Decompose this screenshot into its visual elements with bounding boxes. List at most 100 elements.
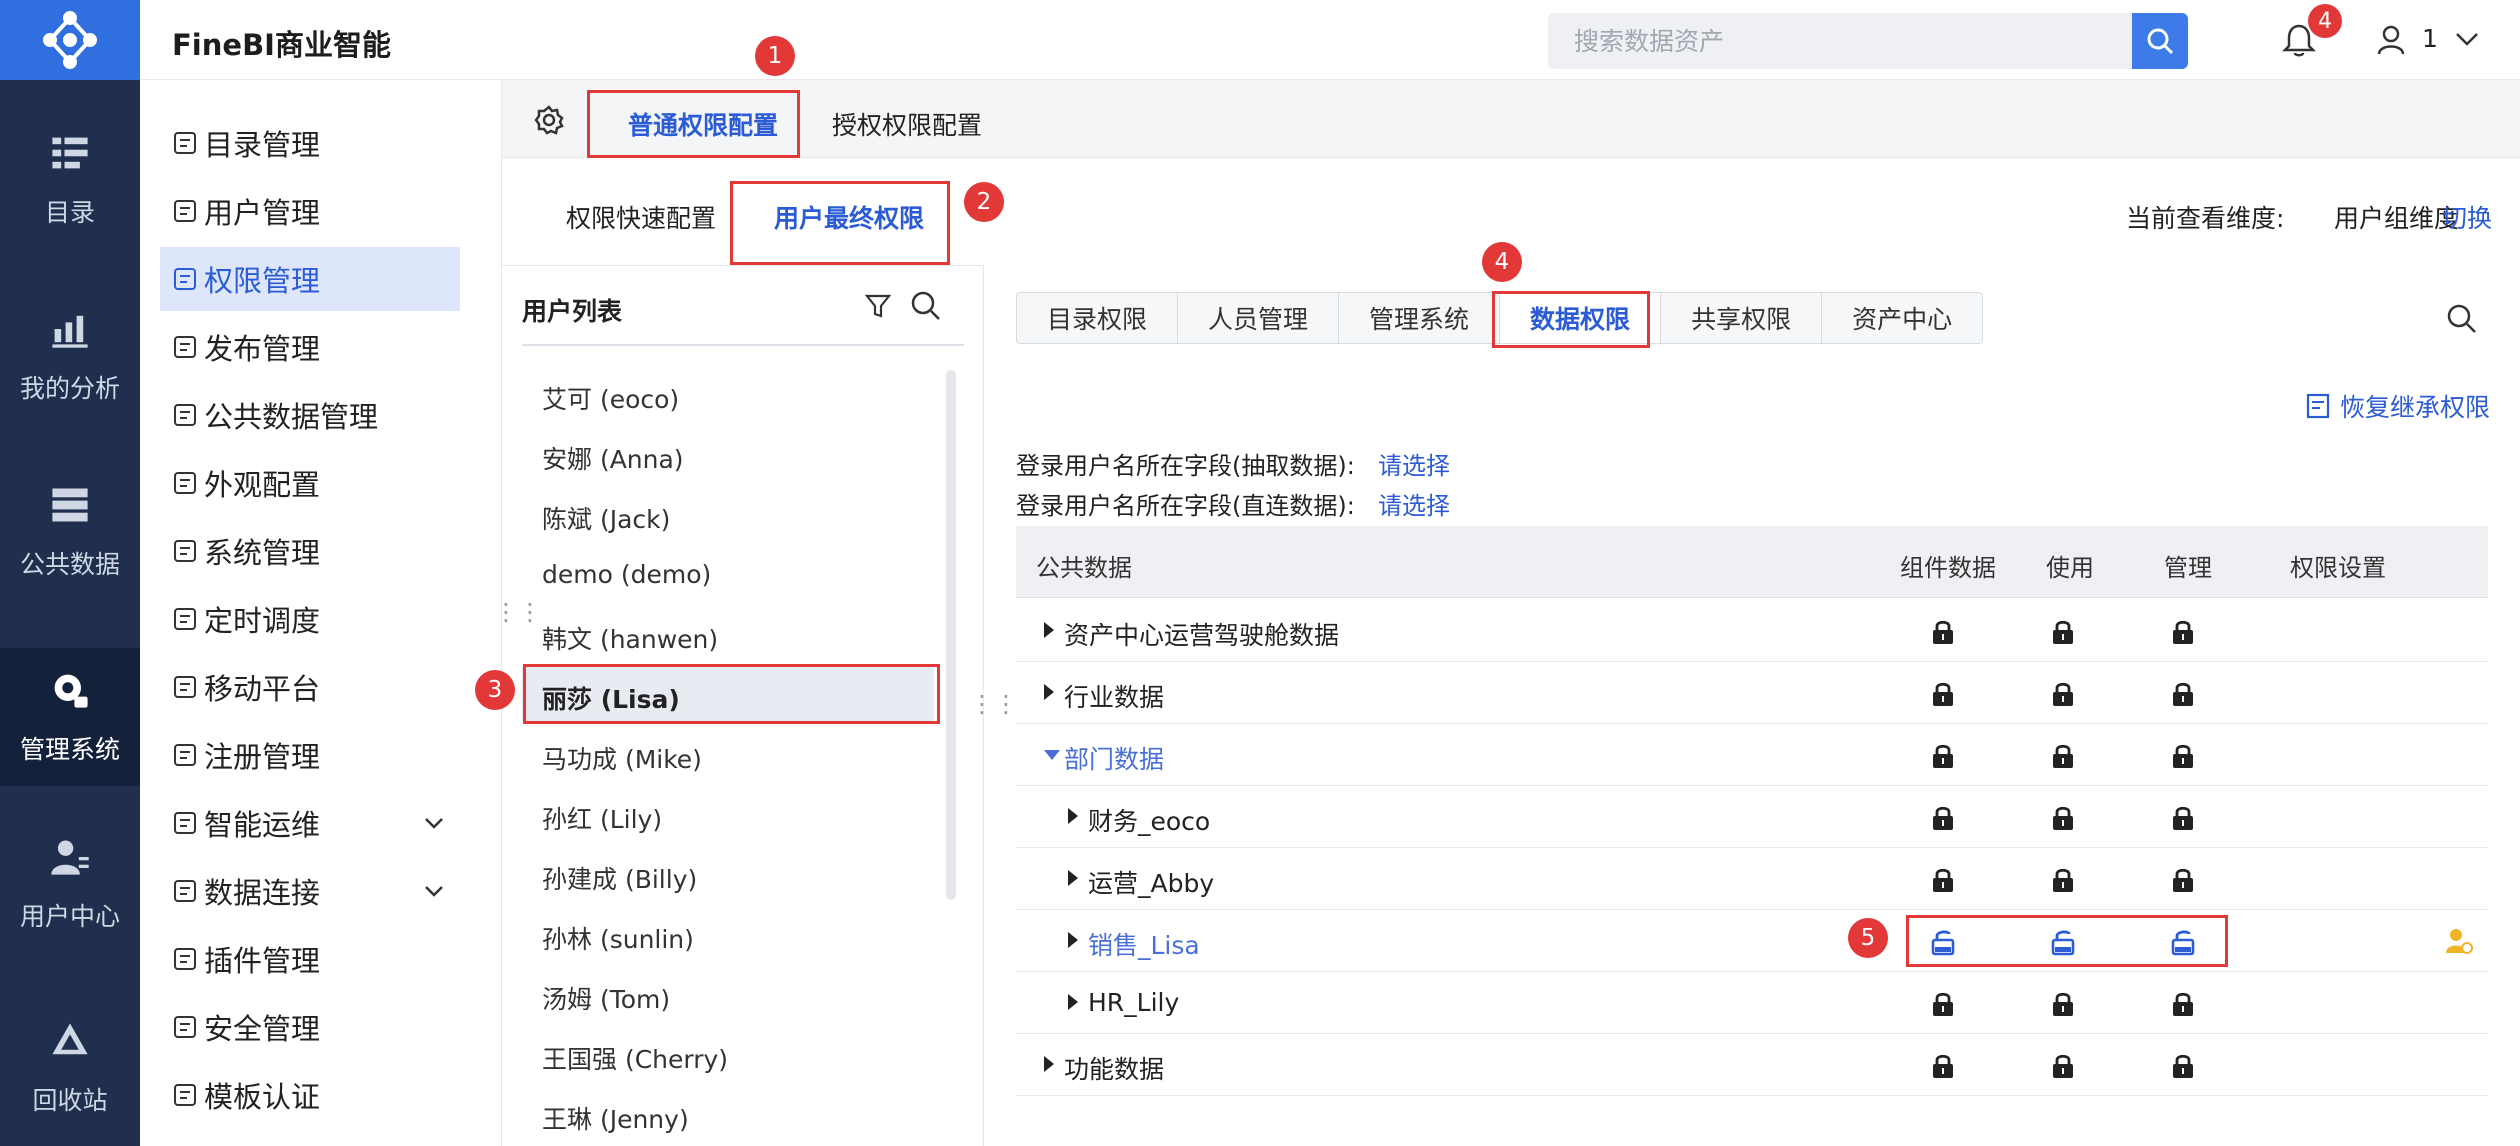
user-permission-setting-icon[interactable] <box>2444 926 2474 956</box>
user-list-item[interactable]: 孙红 (Lily) <box>542 800 662 836</box>
lock-icon[interactable] <box>2170 618 2196 646</box>
panel-resize-handle-2[interactable]: ⋮⋮ <box>970 690 1018 718</box>
lock-icon[interactable] <box>2170 742 2196 770</box>
switch-dimension-link[interactable]: 切换 <box>2442 199 2492 235</box>
rail-item-recycle[interactable]: 回收站 <box>0 990 140 1146</box>
filter-icon[interactable] <box>864 292 892 320</box>
tab-personnel-permission[interactable]: 人员管理 <box>1178 293 1340 343</box>
extract-field-select[interactable]: 请选择 <box>1378 446 1450 481</box>
rail-item-management[interactable]: 管理系统 <box>0 648 140 786</box>
user-list-item[interactable]: 汤姆 (Tom) <box>542 980 670 1016</box>
table-row[interactable]: 销售_Lisa <box>1016 910 2488 972</box>
tab-asset-permission[interactable]: 资产中心 <box>1822 293 1982 343</box>
tab-authorize-permission[interactable]: 授权权限配置 <box>832 106 982 142</box>
menu-item-register[interactable]: 注册管理 <box>160 723 460 787</box>
lock-icon[interactable] <box>1930 804 1956 832</box>
table-row[interactable]: 运营_Abby <box>1016 848 2488 910</box>
rail-item-public-data[interactable]: 公共数据 <box>0 452 140 612</box>
rail-item-user-center[interactable]: 用户中心 <box>0 804 140 964</box>
user-list-scrollbar[interactable] <box>946 370 956 900</box>
lock-icon[interactable] <box>2050 990 2076 1018</box>
table-row[interactable]: 资产中心运营驾驶舱数据 <box>1016 600 2488 662</box>
lock-icon[interactable] <box>1930 1052 1956 1080</box>
caret-right-icon[interactable] <box>1044 1056 1054 1072</box>
unlock-icon[interactable] <box>2050 928 2076 956</box>
caret-right-icon[interactable] <box>1068 932 1078 948</box>
user-list-item[interactable]: 安娜 (Anna) <box>542 440 684 476</box>
lock-icon[interactable] <box>2170 990 2196 1018</box>
table-row[interactable]: 财务_eoco <box>1016 786 2488 848</box>
app-logo[interactable] <box>0 0 140 80</box>
rail-item-catalog[interactable]: 目录 <box>0 100 140 260</box>
table-search-icon[interactable] <box>2446 303 2478 335</box>
menu-item-mobile[interactable]: 移动平台 <box>160 655 460 719</box>
search-input[interactable] <box>1548 13 2128 69</box>
user-list-item[interactable]: 孙建成 (Billy) <box>542 860 697 896</box>
user-list-item[interactable]: demo (demo) <box>542 560 711 589</box>
menu-item-security[interactable]: 安全管理 <box>160 995 460 1059</box>
restore-inherit-button[interactable]: 恢复继承权限 <box>2306 388 2490 424</box>
lock-icon[interactable] <box>2050 742 2076 770</box>
menu-item-palette[interactable]: 外观配置 <box>160 451 460 515</box>
tab-management-permission[interactable]: 管理系统 <box>1339 293 1501 343</box>
menu-item-timer[interactable]: 定时调度 <box>160 587 460 651</box>
lock-icon[interactable] <box>1930 742 1956 770</box>
user-list-item[interactable]: 王国强 (Cherry) <box>542 1040 728 1076</box>
user-list-item[interactable]: 韩文 (hanwen) <box>542 620 718 656</box>
caret-right-icon[interactable] <box>1068 808 1078 824</box>
unlock-icon[interactable] <box>1930 928 1956 956</box>
lock-icon[interactable] <box>2050 618 2076 646</box>
menu-item-package[interactable]: 公共数据管理 <box>160 383 460 447</box>
tab-catalog-permission[interactable]: 目录权限 <box>1017 293 1179 343</box>
user-search-icon[interactable] <box>910 290 942 322</box>
menu-item-link[interactable]: 数据连接 <box>160 859 460 923</box>
search-button[interactable] <box>2132 13 2188 69</box>
caret-down-icon[interactable] <box>1044 750 1060 760</box>
menu-item-gear[interactable]: 系统管理 <box>160 519 460 583</box>
menu-item-user[interactable]: 用户管理 <box>160 179 460 243</box>
user-menu[interactable]: 1 <box>2376 22 2516 62</box>
lock-icon[interactable] <box>2050 866 2076 894</box>
menu-item-shield[interactable]: 权限管理 <box>160 247 460 311</box>
lock-icon[interactable] <box>2050 680 2076 708</box>
user-list-item[interactable]: 孙林 (sunlin) <box>542 920 694 956</box>
table-row[interactable]: 部门数据 <box>1016 724 2488 786</box>
user-list-item[interactable]: 陈斌 (Jack) <box>542 500 670 536</box>
unlock-icon[interactable] <box>2170 928 2196 956</box>
caret-right-icon[interactable] <box>1068 870 1078 886</box>
rail-item-my-analysis[interactable]: 我的分析 <box>0 276 140 436</box>
lock-icon[interactable] <box>1930 866 1956 894</box>
caret-right-icon[interactable] <box>1068 994 1078 1010</box>
tab-data-permission[interactable]: 数据权限 <box>1500 293 1662 343</box>
user-list-item[interactable]: 艾可 (eoco) <box>542 380 679 416</box>
lock-icon[interactable] <box>2170 804 2196 832</box>
user-list-item[interactable]: 马功成 (Mike) <box>542 740 702 776</box>
user-list-item[interactable]: 丽莎 (Lisa) <box>542 680 680 716</box>
menu-item-ops[interactable]: 智能运维 <box>160 791 460 855</box>
lock-icon[interactable] <box>1930 618 1956 646</box>
panel-resize-handle[interactable]: ⋮⋮ <box>494 598 542 626</box>
lock-icon[interactable] <box>2170 866 2196 894</box>
direct-field-select[interactable]: 请选择 <box>1378 486 1450 521</box>
tab-general-permission[interactable]: 普通权限配置 <box>628 106 778 142</box>
caret-right-icon[interactable] <box>1044 684 1054 700</box>
menu-item-publish[interactable]: 发布管理 <box>160 315 460 379</box>
menu-item-plugin[interactable]: 插件管理 <box>160 927 460 991</box>
lock-icon[interactable] <box>2050 1052 2076 1080</box>
tab-share-permission[interactable]: 共享权限 <box>1661 293 1823 343</box>
lock-icon[interactable] <box>2170 680 2196 708</box>
lock-icon[interactable] <box>2050 804 2076 832</box>
table-row[interactable]: HR_Lily <box>1016 972 2488 1034</box>
gear-icon[interactable] <box>534 105 564 135</box>
lock-icon[interactable] <box>1930 680 1956 708</box>
menu-item-cert[interactable]: 模板认证 <box>160 1063 460 1127</box>
tab-final-permission[interactable]: 用户最终权限 <box>774 199 924 235</box>
caret-right-icon[interactable] <box>1044 622 1054 638</box>
table-row[interactable]: 功能数据 <box>1016 1034 2488 1096</box>
table-row[interactable]: 行业数据 <box>1016 662 2488 724</box>
user-list-item[interactable]: 王琳 (Jenny) <box>542 1100 689 1136</box>
lock-icon[interactable] <box>2170 1052 2196 1080</box>
lock-icon[interactable] <box>1930 990 1956 1018</box>
tab-quick-config[interactable]: 权限快速配置 <box>566 199 716 235</box>
menu-item-catalog[interactable]: 目录管理 <box>160 111 460 175</box>
